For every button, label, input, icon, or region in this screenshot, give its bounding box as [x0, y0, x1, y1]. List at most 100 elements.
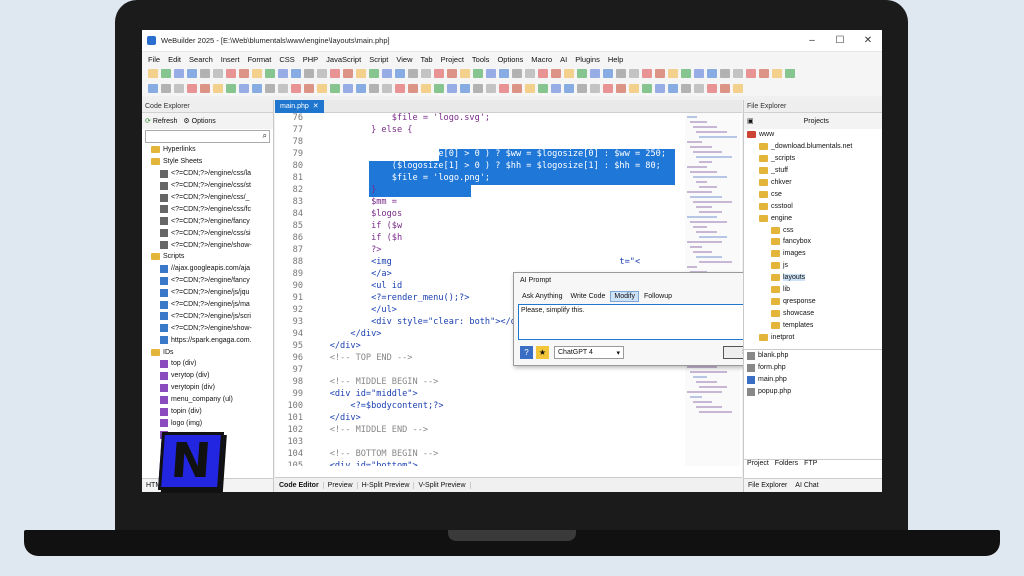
file-tree-item[interactable]: images	[744, 248, 882, 260]
toolbar-button-icon[interactable]	[694, 69, 704, 78]
gear-icon[interactable]: ⚙	[183, 117, 189, 125]
toolbar-button-icon[interactable]	[317, 69, 327, 78]
toolbar-button-icon[interactable]	[291, 84, 301, 93]
toolbar-button-icon[interactable]	[564, 84, 574, 93]
toolbar-button-icon[interactable]	[642, 84, 652, 93]
toolbar-button-icon[interactable]	[785, 69, 795, 78]
toolbar-button-icon[interactable]	[473, 69, 483, 78]
code-line[interactable]: </div>	[309, 341, 361, 351]
tab-v-split-preview[interactable]: V-Split Preview	[414, 481, 471, 489]
toolbar-button-icon[interactable]	[161, 69, 171, 78]
code-line[interactable]: ($logosize[0] > 0 ) ? $ww = $logosize[0]…	[309, 149, 666, 159]
tree-item[interactable]: verytop (div)	[142, 370, 273, 382]
toolbar-button-icon[interactable]	[174, 84, 184, 93]
file-tree-item[interactable]: _download.blumentals.net	[744, 141, 882, 153]
code-line[interactable]: $logos	[309, 209, 402, 219]
file-tree-item[interactable]: _scripts	[744, 153, 882, 165]
close-icon[interactable]: ✕	[313, 102, 319, 110]
toolbar-button-icon[interactable]	[720, 69, 730, 78]
tab-h-split-preview[interactable]: H-Split Preview	[358, 481, 415, 489]
file-tree-item[interactable]: engine	[744, 212, 882, 224]
code-line[interactable]: ($logosize[1] > 0 ) ? $hh = $logosize[1]…	[309, 161, 661, 171]
toolbar-button-icon[interactable]	[707, 69, 717, 78]
code-line[interactable]: </div>	[309, 413, 361, 423]
toolbar-button-icon[interactable]	[148, 69, 158, 78]
toolbar-button-icon[interactable]	[538, 69, 548, 78]
ai-tab-ask-anything[interactable]: Ask Anything	[519, 291, 565, 302]
toolbar-button-icon[interactable]	[304, 69, 314, 78]
toolbar-button-icon[interactable]	[720, 84, 730, 93]
file-item[interactable]: blank.php	[744, 350, 882, 362]
toolbar-button-icon[interactable]	[434, 84, 444, 93]
toolbar-button-icon[interactable]	[200, 69, 210, 78]
toolbar-button-icon[interactable]	[252, 69, 262, 78]
tree-item[interactable]: <?=CDN;?>/engine/css/la	[142, 168, 273, 180]
projects-button[interactable]: Projects	[804, 118, 829, 125]
toolbar-button-icon[interactable]	[291, 69, 301, 78]
star-icon[interactable]: ★	[536, 346, 549, 359]
toolbar-button-icon[interactable]	[707, 84, 717, 93]
tree-item[interactable]: <?=CDN;?>/engine/js/scri	[142, 310, 273, 322]
file-tree-item[interactable]: www	[744, 129, 882, 141]
toolbar-button-icon[interactable]	[525, 69, 535, 78]
toolbar-button-icon[interactable]	[148, 84, 158, 93]
tree-item[interactable]: <?=CDN;?>/engine/css/fc	[142, 203, 273, 215]
code-line[interactable]: <img t="<	[309, 257, 640, 267]
code-line[interactable]: <div style="clear: both"></div>	[309, 317, 531, 327]
toolbar-button-icon[interactable]	[356, 84, 366, 93]
toolbar-button-icon[interactable]	[694, 84, 704, 93]
menu-plugins[interactable]: Plugins	[575, 55, 600, 64]
toolbar-button-icon[interactable]	[577, 69, 587, 78]
toolbar-button-icon[interactable]	[213, 69, 223, 78]
tree-item[interactable]: <?=CDN;?>/engine/fancy	[142, 275, 273, 287]
toolbar-button-icon[interactable]	[460, 69, 470, 78]
tree-item[interactable]: <?=CDN;?>/engine/js/jqu	[142, 287, 273, 299]
folder-icon[interactable]: ▣	[747, 117, 754, 125]
toolbar-button-icon[interactable]	[226, 84, 236, 93]
toolbar-button-icon[interactable]	[343, 69, 353, 78]
toolbar-button-icon[interactable]	[499, 84, 509, 93]
file-tree-item[interactable]: js	[744, 260, 882, 272]
code-line[interactable]: </div>	[309, 329, 381, 339]
file-tree-item[interactable]: csstool	[744, 200, 882, 212]
toolbar-button-icon[interactable]	[278, 84, 288, 93]
toolbar-button-icon[interactable]	[161, 84, 171, 93]
toolbar-button-icon[interactable]	[265, 69, 275, 78]
toolbar-button-icon[interactable]	[447, 69, 457, 78]
refresh-icon[interactable]: ⟳	[145, 117, 151, 125]
menu-options[interactable]: Options	[497, 55, 523, 64]
help-icon[interactable]: ?	[520, 346, 533, 359]
code-line[interactable]: <!-- TOP END -->	[309, 353, 413, 363]
toolbar-button-icon[interactable]	[304, 84, 314, 93]
code-line[interactable]: <!-- MIDDLE END -->	[309, 425, 428, 435]
menu-insert[interactable]: Insert	[221, 55, 240, 64]
file-tree-item[interactable]: templates	[744, 319, 882, 331]
tree-item[interactable]: <?=CDN;?>/engine/show-	[142, 322, 273, 334]
tree-item[interactable]: https://spark.engaga.com.	[142, 334, 273, 346]
menu-macro[interactable]: Macro	[531, 55, 552, 64]
code-line[interactable]: if ($h	[309, 233, 402, 243]
file-item[interactable]: main.php	[744, 374, 882, 386]
tab-ftp[interactable]: FTP	[804, 460, 817, 471]
tree-item[interactable]: <?=CDN;?>/engine/css/_	[142, 192, 273, 204]
toolbar-button-icon[interactable]	[551, 69, 561, 78]
toolbar-button-icon[interactable]	[473, 84, 483, 93]
tab-main-php[interactable]: main.php ✕	[275, 99, 324, 113]
toolbar-button-icon[interactable]	[759, 69, 769, 78]
tree-item[interactable]: <?=CDN;?>/engine/show-	[142, 239, 273, 251]
model-select[interactable]: ChatGPT 4 ▾	[554, 346, 624, 359]
minimize-button[interactable]: –	[798, 35, 826, 46]
tab-preview[interactable]: Preview	[324, 481, 358, 489]
tab-ai-chat[interactable]: AI Chat	[795, 482, 818, 489]
toolbar-button-icon[interactable]	[369, 69, 379, 78]
code-line[interactable]: } else {	[309, 125, 412, 135]
menu-css[interactable]: CSS	[279, 55, 294, 64]
code-line[interactable]: <div id="bottom">	[309, 461, 418, 466]
toolbar-button-icon[interactable]	[564, 69, 574, 78]
file-tree-item[interactable]: css	[744, 224, 882, 236]
code-line[interactable]: <?=$bodycontent;?>	[309, 401, 443, 411]
toolbar-button-icon[interactable]	[577, 84, 587, 93]
toolbar-button-icon[interactable]	[421, 84, 431, 93]
toolbar-button-icon[interactable]	[629, 84, 639, 93]
menu-search[interactable]: Search	[189, 55, 213, 64]
